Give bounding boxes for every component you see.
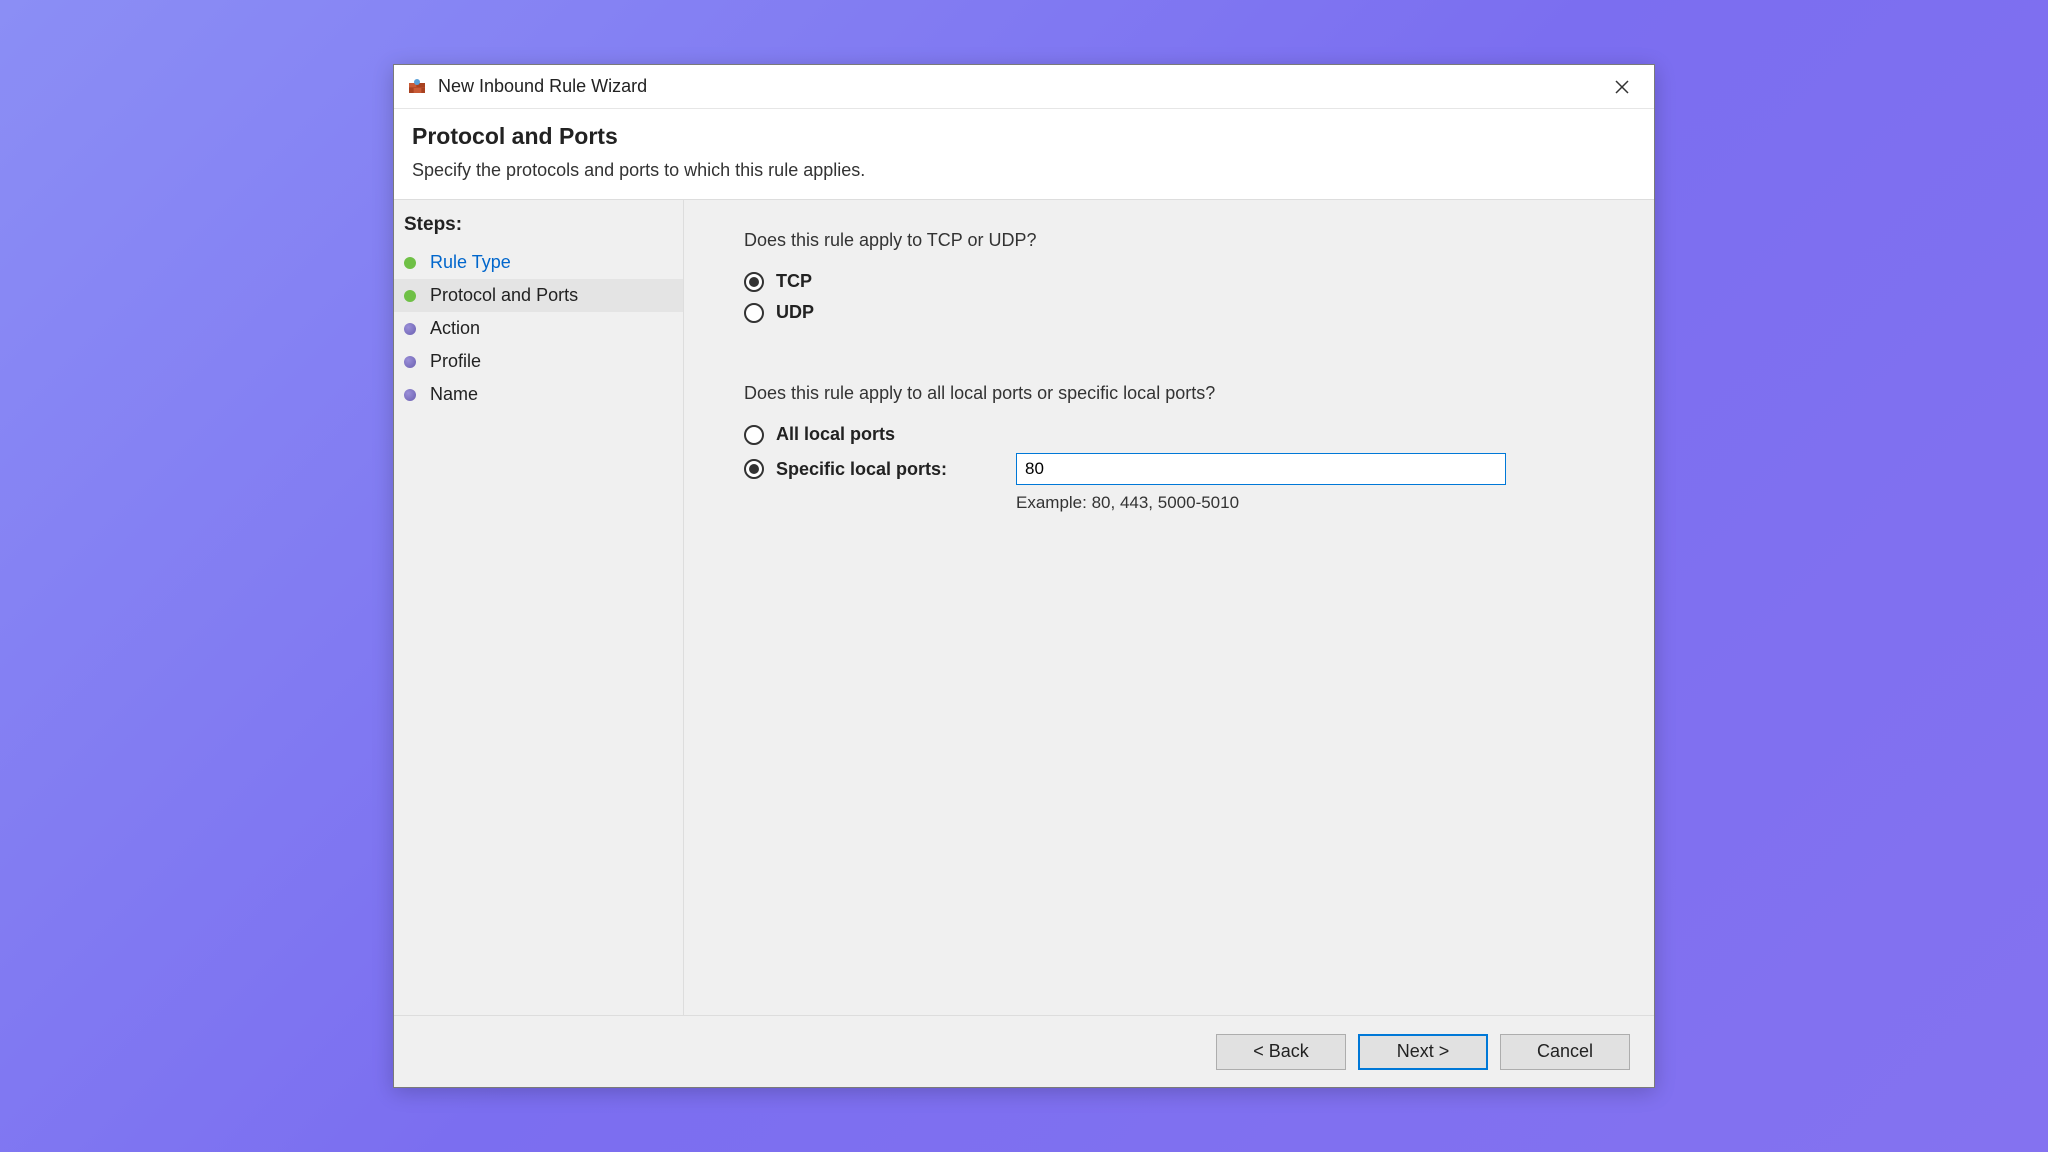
radio-icon [744,425,764,445]
close-button[interactable] [1598,69,1646,105]
step-profile[interactable]: Profile [394,345,683,378]
radio-udp[interactable]: UDP [744,302,1614,323]
step-action[interactable]: Action [394,312,683,345]
radio-label: All local ports [776,424,1016,445]
back-button[interactable]: < Back [1216,1034,1346,1070]
step-rule-type[interactable]: Rule Type [394,246,683,279]
radio-all-local-ports[interactable]: All local ports [744,424,1614,445]
step-label: Profile [430,351,481,372]
step-name[interactable]: Name [394,378,683,411]
ports-example-text: Example: 80, 443, 5000-5010 [1016,493,1614,513]
step-label: Name [430,384,478,405]
step-label: Rule Type [430,252,511,273]
ports-question: Does this rule apply to all local ports … [744,383,1614,404]
step-bullet-icon [404,257,416,269]
radio-icon [744,272,764,292]
header: Protocol and Ports Specify the protocols… [394,109,1654,200]
radio-icon [744,459,764,479]
titlebar: New Inbound Rule Wizard [394,65,1654,109]
firewall-icon [406,76,428,98]
footer: < Back Next > Cancel [394,1015,1654,1087]
step-label: Action [430,318,480,339]
radio-label: TCP [776,271,812,292]
wizard-window: New Inbound Rule Wizard Protocol and Por… [393,64,1655,1088]
step-protocol-and-ports[interactable]: Protocol and Ports [394,279,683,312]
close-icon [1615,80,1629,94]
radio-specific-local-ports[interactable]: Specific local ports: [744,459,1016,480]
page-title: Protocol and Ports [412,123,1636,150]
next-button[interactable]: Next > [1358,1034,1488,1070]
step-bullet-icon [404,389,416,401]
specific-ports-input[interactable] [1016,453,1506,485]
step-label: Protocol and Ports [430,285,578,306]
content-pane: Does this rule apply to TCP or UDP? TCP … [684,200,1654,1015]
protocol-question: Does this rule apply to TCP or UDP? [744,230,1614,251]
radio-label: Specific local ports: [776,459,1016,480]
window-title: New Inbound Rule Wizard [438,76,1598,97]
steps-sidebar: Steps: Rule Type Protocol and Ports Acti… [394,200,684,1015]
body: Steps: Rule Type Protocol and Ports Acti… [394,200,1654,1015]
radio-tcp[interactable]: TCP [744,271,1614,292]
cancel-button[interactable]: Cancel [1500,1034,1630,1070]
radio-icon [744,303,764,323]
step-bullet-icon [404,323,416,335]
step-bullet-icon [404,290,416,302]
radio-label: UDP [776,302,814,323]
step-bullet-icon [404,356,416,368]
page-subtitle: Specify the protocols and ports to which… [412,160,1636,181]
steps-label: Steps: [394,208,683,246]
